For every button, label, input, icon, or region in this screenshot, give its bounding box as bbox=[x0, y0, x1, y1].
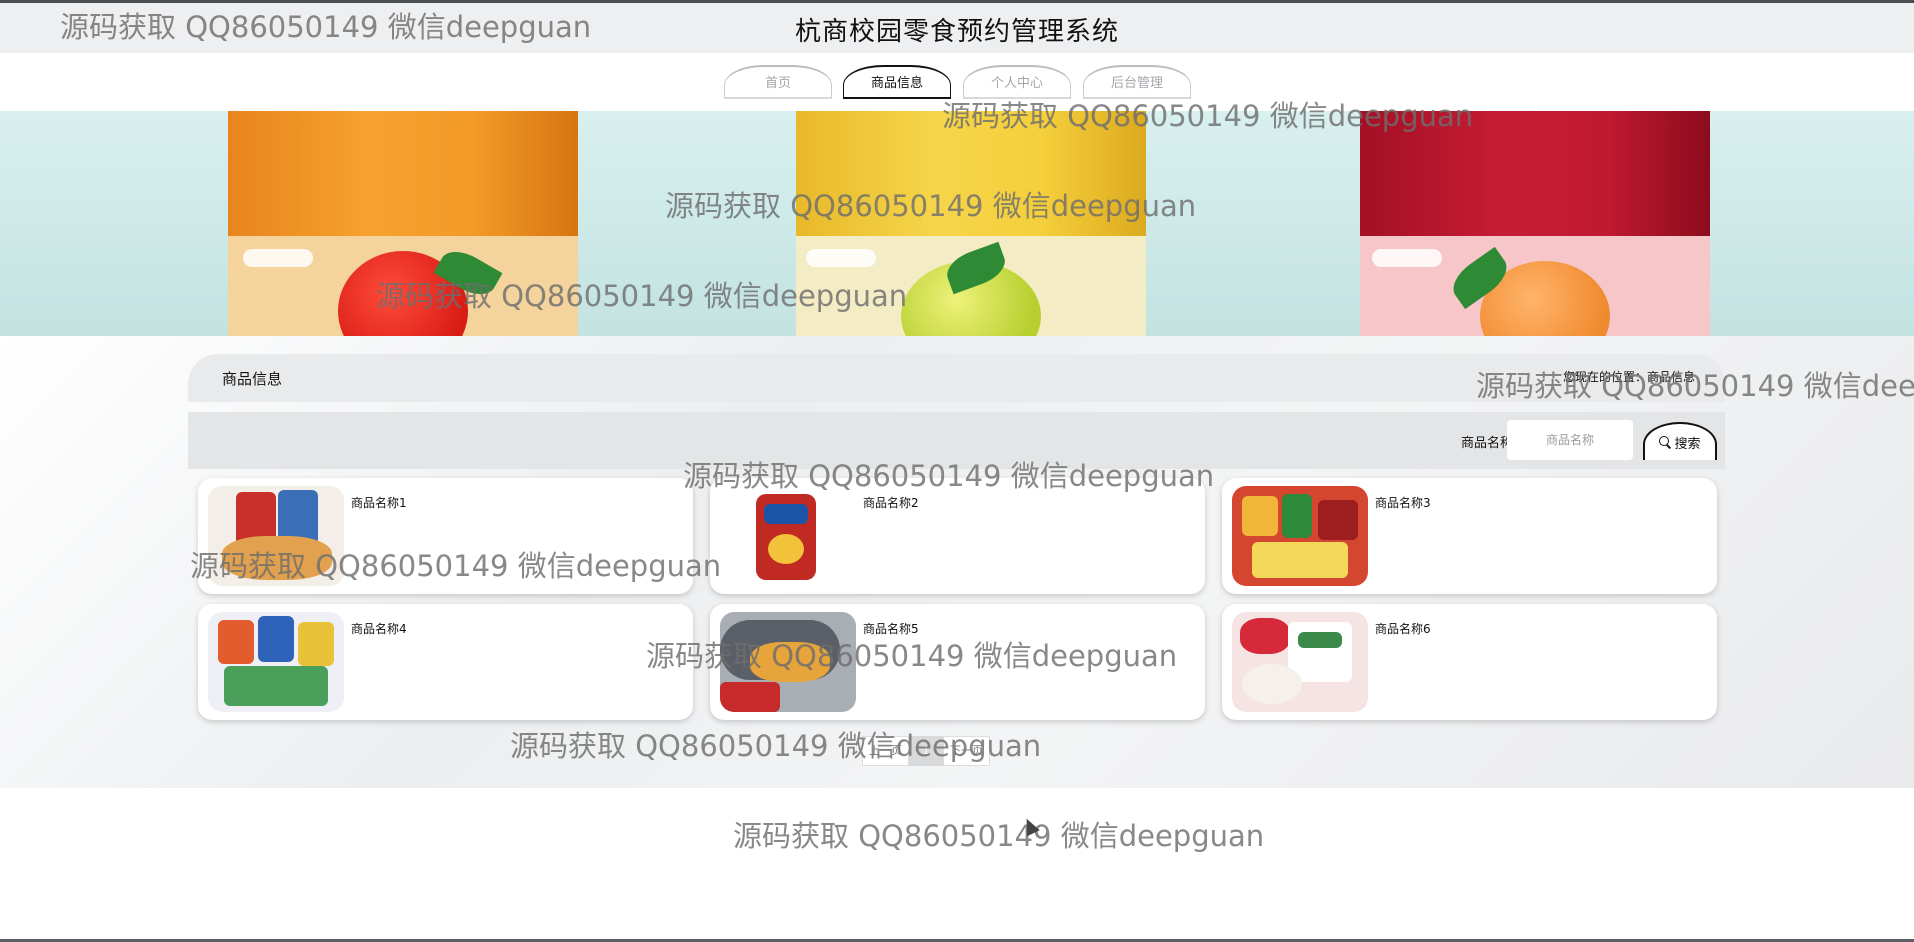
search-label: 商品名称 bbox=[1460, 436, 1513, 451]
site-title: 杭商校园零食预约管理系统 bbox=[794, 17, 1119, 47]
prev-page-button[interactable]: 上一页 bbox=[862, 736, 909, 766]
product-name: 商品名称5 bbox=[863, 622, 919, 636]
watermark-text: 源码获取 QQ86050149 微信deepguan bbox=[733, 819, 1265, 853]
product-card[interactable]: 商品名称6 bbox=[1222, 604, 1717, 720]
product-name: 商品名称1 bbox=[351, 496, 407, 510]
product-image bbox=[208, 612, 344, 712]
product-card[interactable]: 商品名称4 bbox=[198, 604, 693, 720]
product-name: 商品名称3 bbox=[1375, 496, 1431, 510]
product-card[interactable]: 商品名称1 bbox=[198, 478, 693, 594]
breadcrumb-location: 您现在的位置：商品信息 bbox=[1562, 370, 1695, 384]
search-button-label: 搜索 bbox=[1674, 436, 1701, 452]
section-title: 商品信息 bbox=[222, 370, 283, 388]
product-card[interactable]: 商品名称5 bbox=[710, 604, 1205, 720]
product-image bbox=[208, 486, 344, 586]
product-name: 商品名称6 bbox=[1375, 622, 1431, 636]
search-icon bbox=[1659, 436, 1671, 448]
page: 杭商校园零食预约管理系统 首页 商品信息 个人中心 后台管理 商品信息 您现在的… bbox=[0, 0, 1914, 942]
product-image bbox=[1232, 486, 1368, 586]
header: 杭商校园零食预约管理系统 bbox=[0, 0, 1914, 53]
pagination: 上一页 1 下一页 bbox=[862, 736, 990, 766]
banner-carousel[interactable] bbox=[0, 111, 1914, 336]
mouse-cursor-icon bbox=[1020, 815, 1040, 837]
next-page-button[interactable]: 下一页 bbox=[943, 736, 990, 766]
content-area: 商品信息 您现在的位置：商品信息 商品名称 搜索 商品名称1 bbox=[0, 336, 1914, 788]
search-bar: 商品名称 搜索 bbox=[188, 412, 1725, 469]
product-image bbox=[1232, 612, 1368, 712]
nav-admin[interactable]: 后台管理 bbox=[1083, 65, 1191, 99]
product-image bbox=[720, 612, 856, 712]
search-button[interactable]: 搜索 bbox=[1643, 422, 1717, 460]
banner-bottle-lemon bbox=[796, 111, 1146, 336]
nav-personal-center[interactable]: 个人中心 bbox=[963, 65, 1071, 99]
search-input[interactable] bbox=[1507, 420, 1633, 460]
page-number-button[interactable]: 1 bbox=[909, 736, 943, 766]
breadcrumb: 商品信息 您现在的位置：商品信息 bbox=[188, 354, 1725, 402]
main-nav: 首页 商品信息 个人中心 后台管理 bbox=[0, 65, 1914, 101]
product-name: 商品名称4 bbox=[351, 622, 407, 636]
product-card[interactable]: 商品名称3 bbox=[1222, 478, 1717, 594]
product-card[interactable]: 商品名称2 bbox=[710, 478, 1205, 594]
banner-bottle-peach bbox=[1360, 111, 1710, 336]
nav-products[interactable]: 商品信息 bbox=[843, 65, 951, 99]
nav-home[interactable]: 首页 bbox=[724, 65, 832, 99]
product-name: 商品名称2 bbox=[863, 496, 919, 510]
banner-bottle-apple bbox=[228, 111, 578, 336]
product-image bbox=[720, 486, 856, 586]
